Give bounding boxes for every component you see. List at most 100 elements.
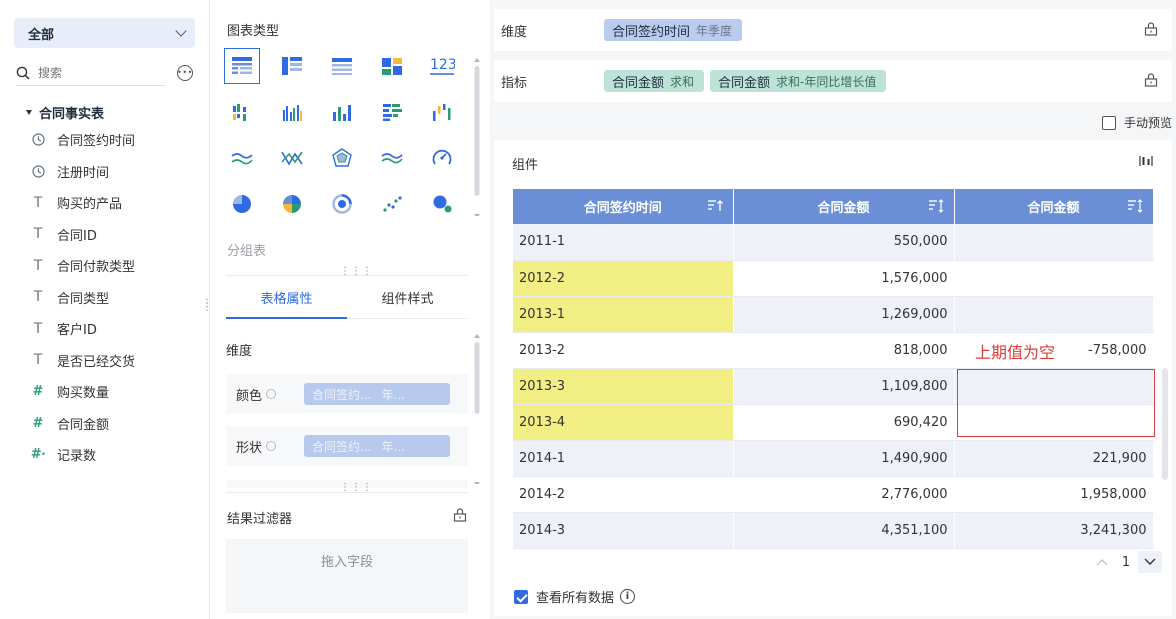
table-row: 2011-1 550,000 [513,224,1154,261]
period-cell: 2013-4 [513,404,734,441]
bubble-chart-icon[interactable] [424,186,460,222]
gauge-chart-icon[interactable] [424,140,460,176]
dimension-shelf-label: 维度 [501,24,528,40]
drag-handle-icon[interactable]: ⋮⋮⋮ [340,483,373,493]
field-item[interactable]: # 合同金额 [30,408,205,440]
tab-table-properties[interactable]: 表格属性 [226,276,347,319]
more-options-icon[interactable]: ••• [177,65,193,81]
table-scrollbar[interactable] [1162,368,1168,480]
cross-table-chart-icon[interactable] [274,48,310,84]
pagination: 1 [1090,551,1162,573]
manual-preview-toggle[interactable]: 手动预览 [1101,114,1172,131]
number-field-icon: # [32,384,44,400]
color-property-row[interactable]: 颜色 合同签约... 年... [226,374,468,414]
amount-cell: 818,000 [733,332,955,369]
field-item[interactable]: 注册时间 [30,156,205,188]
component-widget: 组件 合同签约时间 合同金额 合同金额 2011-1 550,000 2012-… [494,140,1172,616]
sort-icon[interactable] [928,199,944,213]
field-item[interactable]: T 合同类型 [30,282,205,314]
growth-cell: 221,900 [954,440,1154,477]
app-root: 全部 ••• 合同事实表 合同签约时间注册时间T购买的产品T合同IDT合同付款类… [0,0,1176,619]
area-chart-icon[interactable] [374,140,410,176]
rose-pie-chart-icon[interactable] [274,186,310,222]
group-table-chart-icon[interactable] [224,48,260,84]
amount-cell: 4,351,100 [733,512,955,549]
multi-bar-chart-icon[interactable] [274,94,310,130]
field-item[interactable]: # 购买数量 [30,376,205,408]
table-row: 2014-2 2,776,000 1,958,000 [513,476,1154,513]
field-label: 合同ID [57,228,97,244]
field-item[interactable]: T 合同ID [30,219,205,251]
dimension-label: 维度 [226,344,253,359]
view-all-checkbox[interactable] [514,589,528,604]
horizontal-bar-chart-icon[interactable] [374,94,410,130]
lock-icon[interactable] [1144,22,1158,36]
amount-cell: 690,420 [733,404,955,441]
dataset-select-value: 全部 [28,27,55,43]
drag-handle-icon[interactable]: ⋮⋮⋮ [340,267,373,277]
column-header-amount-growth[interactable]: 合同金额 [954,189,1154,224]
view-all-data-toggle[interactable]: 查看所有数据 i [514,587,636,606]
settings-icon[interactable] [266,441,277,451]
info-icon[interactable]: i [620,589,636,604]
chart-type-scrollbar[interactable] [472,56,480,216]
field-item[interactable]: T 购买的产品 [30,187,205,219]
parallel-line-chart-icon[interactable] [274,140,310,176]
growth-cell [954,224,1154,261]
measure-shelf[interactable]: 指标 合同金额 求和 合同金额 求和-年同比增长值 [494,60,1172,102]
sort-icon[interactable] [1127,199,1143,213]
next-page-button[interactable] [1138,551,1162,573]
search-input[interactable] [38,65,138,80]
prev-page-button[interactable] [1090,551,1114,573]
clock-icon [30,165,46,178]
field-item[interactable]: T 是否已经交货 [30,345,205,377]
property-scrollbar[interactable] [472,332,482,484]
lock-icon[interactable] [1144,73,1158,87]
lock-icon[interactable] [453,508,467,522]
manual-preview-checkbox[interactable] [1101,115,1116,130]
pie-chart-icon[interactable] [224,186,260,222]
tab-component-style[interactable]: 组件样式 [347,276,468,318]
line-chart-icon[interactable] [224,140,260,176]
dimension-shelf[interactable]: 维度 合同签约时间 年季度 [494,9,1172,51]
measure-shelf-label: 指标 [501,75,528,91]
detail-table-chart-icon[interactable] [324,48,360,84]
field-item[interactable]: 合同签约时间 [30,124,205,156]
chart-settings-icon[interactable] [1138,154,1154,168]
annotation-text: 上期值为空 [975,343,1056,362]
field-label: 合同金额 [57,417,110,433]
treemap-chart-icon[interactable] [374,48,410,84]
dataset-select[interactable]: 全部 [14,18,195,48]
text-field-icon: T [33,226,43,243]
text-field-icon: T [33,352,43,369]
field-item[interactable]: # * 记录数 [30,439,205,471]
shape-property-row[interactable]: 形状 合同签约... 年... [226,426,468,466]
scatter-chart-icon[interactable] [374,186,410,222]
column-header-amount[interactable]: 合同金额 [733,189,955,224]
field-item[interactable]: T 客户ID [30,313,205,345]
waterfall-chart-icon[interactable] [424,94,460,130]
sort-ascending-icon[interactable] [707,199,723,213]
grouped-bar-chart-icon[interactable] [224,94,260,130]
table-node[interactable]: 合同事实表 [26,103,104,122]
measure-field-pill[interactable]: 合同金额 求和 [604,70,705,92]
growth-cell: 1,958,000 [954,476,1154,513]
field-label: 购买的产品 [57,197,123,213]
panel-resize-handle-icon[interactable]: ⋮ ⋮ [202,299,213,313]
field-item[interactable]: T 合同付款类型 [30,250,205,282]
chart-type-title: 图表类型 [227,24,280,39]
donut-chart-icon[interactable] [324,186,360,222]
kpi-number-chart-icon[interactable]: 123 [424,48,460,84]
growth-cell: 3,241,300 [954,512,1154,549]
color-field-pill[interactable]: 合同签约... 年... [304,383,450,405]
radar-chart-icon[interactable] [324,140,360,176]
settings-icon[interactable] [266,389,277,399]
widget-title: 组件 [512,158,539,173]
shape-field-pill[interactable]: 合同签约... 年... [304,435,450,457]
column-header-period[interactable]: 合同签约时间 [513,189,734,224]
measure-field-pill[interactable]: 合同金额 求和-年同比增长值 [710,70,887,92]
dimension-field-pill[interactable]: 合同签约时间 年季度 [604,19,743,41]
bar-chart-icon[interactable] [324,94,360,130]
result-filter-dropzone[interactable]: 拖入字段 [226,539,468,613]
field-label: 购买数量 [57,386,110,402]
